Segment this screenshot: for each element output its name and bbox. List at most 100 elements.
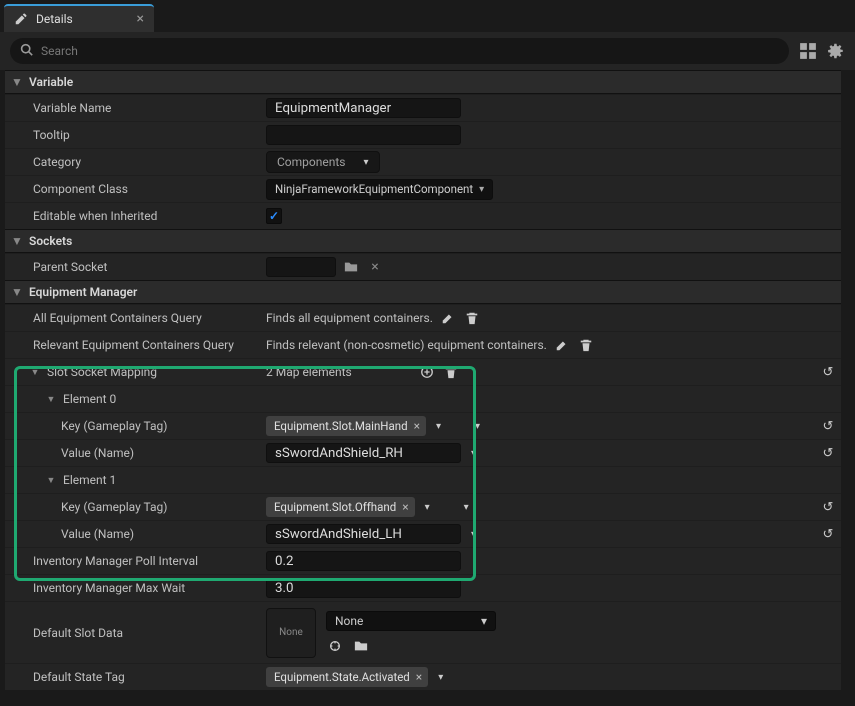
chevron-down-icon: ▾ bbox=[360, 157, 373, 168]
gameplay-tag[interactable]: Equipment.Slot.Offhand × bbox=[266, 497, 415, 517]
row-element-0-value: Value (Name) ▾ bbox=[5, 439, 841, 466]
reset-icon[interactable] bbox=[823, 446, 834, 461]
parent-socket-input[interactable] bbox=[266, 257, 336, 277]
tab-bar: Details × bbox=[0, 0, 855, 32]
tooltip-input[interactable] bbox=[266, 125, 461, 145]
search-icon bbox=[20, 43, 33, 59]
asset-dropdown[interactable]: None ▾ bbox=[326, 611, 496, 631]
row-slot-socket-mapping: ▼ Slot Socket Mapping 2 Map elements bbox=[5, 358, 841, 385]
category-equipment-manager[interactable]: ▼ Equipment Manager bbox=[5, 280, 841, 304]
map-summary: 2 Map elements bbox=[266, 365, 352, 379]
chevron-down-icon[interactable]: ▾ bbox=[467, 448, 480, 459]
chevron-down-icon[interactable]: ▾ bbox=[434, 672, 447, 683]
reset-icon[interactable] bbox=[823, 365, 834, 380]
clear-icon[interactable]: × bbox=[366, 258, 384, 276]
chevron-down-icon[interactable]: ▾ bbox=[467, 529, 480, 540]
tab-details[interactable]: Details × bbox=[4, 4, 154, 32]
row-editable-inherited: Editable when Inherited bbox=[5, 202, 841, 229]
gear-icon[interactable] bbox=[827, 42, 845, 60]
row-parent-socket: Parent Socket × bbox=[5, 253, 841, 280]
max-wait-input[interactable] bbox=[266, 578, 461, 598]
chevron-down-icon: ▼ bbox=[11, 75, 23, 89]
label: Value (Name) bbox=[5, 527, 260, 541]
label: Variable Name bbox=[5, 101, 260, 115]
poll-interval-input[interactable] bbox=[266, 551, 461, 571]
asset-thumbnail[interactable]: None bbox=[266, 608, 316, 658]
label: ▼ Element 0 bbox=[5, 392, 260, 406]
grid-view-icon[interactable] bbox=[799, 42, 817, 60]
row-inventory-max-wait: Inventory Manager Max Wait bbox=[5, 574, 841, 601]
label: Relevant Equipment Containers Query bbox=[5, 338, 260, 352]
remove-tag-icon[interactable]: × bbox=[402, 500, 408, 514]
chevron-down-icon[interactable]: ▼ bbox=[45, 394, 57, 405]
chevron-down-icon[interactable]: ▾ bbox=[471, 421, 484, 432]
label: All Equipment Containers Query bbox=[5, 311, 260, 325]
value-name-input[interactable] bbox=[266, 443, 461, 463]
reset-icon[interactable] bbox=[823, 500, 834, 515]
row-component-class: Component Class NinjaFrameworkEquipmentC… bbox=[5, 175, 841, 202]
trash-icon[interactable] bbox=[463, 309, 481, 327]
add-element-icon[interactable] bbox=[418, 363, 436, 381]
row-variable-name: Variable Name bbox=[5, 94, 841, 121]
remove-tag-icon[interactable]: × bbox=[414, 419, 420, 433]
label: Value (Name) bbox=[5, 446, 260, 460]
row-element-0: ▼ Element 0 bbox=[5, 385, 841, 412]
category-variable[interactable]: ▼ Variable bbox=[5, 70, 841, 94]
chevron-down-icon: ▼ bbox=[11, 285, 23, 299]
trash-icon[interactable] bbox=[442, 363, 460, 381]
label: ▼ Slot Socket Mapping bbox=[5, 365, 260, 379]
label: ▼ Element 1 bbox=[5, 473, 260, 487]
category-combo[interactable]: Components ▾ bbox=[266, 151, 380, 173]
value-name-input[interactable] bbox=[266, 524, 461, 544]
edit-icon[interactable] bbox=[439, 309, 457, 327]
search-field[interactable] bbox=[10, 38, 789, 64]
asset-value: None bbox=[335, 614, 363, 628]
toolbar bbox=[0, 32, 855, 70]
editable-inherited-checkbox[interactable] bbox=[266, 208, 282, 224]
chevron-down-icon[interactable]: ▼ bbox=[45, 475, 57, 486]
category-sockets[interactable]: ▼ Sockets bbox=[5, 229, 841, 253]
search-input[interactable] bbox=[41, 44, 779, 58]
row-all-equipment-query: All Equipment Containers Query Finds all… bbox=[5, 304, 841, 331]
close-icon[interactable]: × bbox=[137, 11, 144, 27]
reset-icon[interactable] bbox=[823, 527, 834, 542]
gameplay-tag[interactable]: Equipment.State.Activated × bbox=[266, 667, 428, 687]
chevron-down-icon[interactable]: ▼ bbox=[29, 367, 41, 378]
chevron-down-icon: ▾ bbox=[479, 184, 484, 195]
row-tooltip: Tooltip bbox=[5, 121, 841, 148]
row-element-1-key: Key (Gameplay Tag) Equipment.Slot.Offhan… bbox=[5, 493, 841, 520]
row-default-slot-data: Default Slot Data None None ▾ bbox=[5, 601, 841, 663]
label: Category bbox=[5, 155, 260, 169]
variable-name-input[interactable] bbox=[266, 98, 461, 118]
category-label: Variable bbox=[29, 75, 73, 89]
reset-icon[interactable] bbox=[823, 419, 834, 434]
gameplay-tag[interactable]: Equipment.Slot.MainHand × bbox=[266, 416, 426, 436]
remove-tag-icon[interactable]: × bbox=[416, 670, 422, 684]
chevron-down-icon[interactable]: ▾ bbox=[432, 421, 445, 432]
label: Default Slot Data bbox=[5, 626, 260, 640]
row-element-0-key: Key (Gameplay Tag) Equipment.Slot.MainHa… bbox=[5, 412, 841, 439]
edit-icon[interactable] bbox=[553, 336, 571, 354]
label: Key (Gameplay Tag) bbox=[5, 419, 260, 433]
details-panel-body: ▼ Variable Variable Name Tooltip Categor… bbox=[5, 70, 841, 706]
tag-text: Equipment.Slot.Offhand bbox=[274, 500, 396, 514]
label: Default State Tag bbox=[5, 670, 260, 684]
label: Tooltip bbox=[5, 128, 260, 142]
trash-icon[interactable] bbox=[577, 336, 595, 354]
browse-icon[interactable] bbox=[352, 637, 370, 655]
label: Key (Gameplay Tag) bbox=[5, 500, 260, 514]
label: Parent Socket bbox=[5, 260, 260, 274]
component-class-selector[interactable]: NinjaFrameworkEquipmentComponent ▾ bbox=[266, 179, 493, 200]
chevron-down-icon: ▼ bbox=[11, 234, 23, 248]
chevron-down-icon[interactable]: ▾ bbox=[421, 502, 434, 513]
tag-text: Equipment.Slot.MainHand bbox=[274, 419, 408, 433]
category-value: Components bbox=[277, 155, 346, 169]
label: Editable when Inherited bbox=[5, 209, 260, 223]
chevron-down-icon[interactable]: ▾ bbox=[460, 502, 473, 513]
row-element-1-value: Value (Name) ▾ bbox=[5, 520, 841, 547]
use-selected-icon[interactable] bbox=[326, 637, 344, 655]
browse-icon[interactable] bbox=[342, 258, 360, 276]
tag-text: Equipment.State.Activated bbox=[274, 670, 410, 684]
row-inventory-poll-interval: Inventory Manager Poll Interval bbox=[5, 547, 841, 574]
pencil-icon bbox=[14, 12, 28, 26]
